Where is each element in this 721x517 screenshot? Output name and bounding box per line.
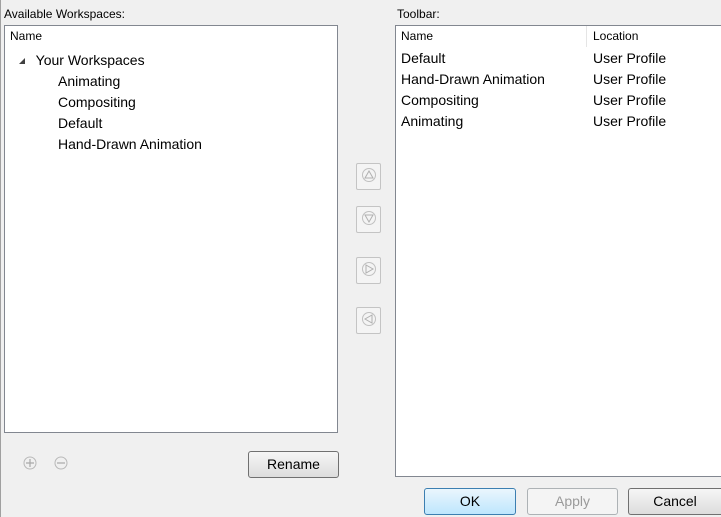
list-item-location: User Profile bbox=[593, 71, 667, 87]
ok-button[interactable]: OK bbox=[424, 488, 516, 515]
window-left-border bbox=[0, 0, 1, 517]
tree-item-your-workspaces[interactable]: Your Workspaces bbox=[18, 50, 145, 71]
toolbar-column-location[interactable]: Location bbox=[593, 26, 638, 47]
tree-item-compositing[interactable]: Compositing bbox=[58, 92, 136, 113]
column-divider[interactable] bbox=[586, 26, 587, 47]
delete-workspace-icon[interactable] bbox=[52, 454, 70, 472]
add-to-toolbar-button[interactable] bbox=[356, 257, 381, 284]
toolbar-label: Toolbar: bbox=[397, 7, 440, 21]
move-up-button[interactable] bbox=[356, 163, 381, 190]
tree-item-default[interactable]: Default bbox=[58, 113, 102, 134]
list-item-name: Hand-Drawn Animation bbox=[401, 71, 545, 87]
tree-item-animating[interactable]: Animating bbox=[58, 71, 120, 92]
toolbar-list-panel[interactable]: Name Location Default User Profile Hand-… bbox=[395, 25, 721, 477]
rename-button[interactable]: Rename bbox=[248, 451, 339, 478]
toolbar-list-header[interactable]: Name Location bbox=[395, 25, 721, 47]
add-workspace-icon[interactable] bbox=[21, 454, 39, 472]
list-item-location: User Profile bbox=[593, 92, 667, 108]
tree-column-header[interactable]: Name bbox=[4, 25, 338, 47]
arrow-right-icon bbox=[361, 261, 377, 280]
apply-button[interactable]: Apply bbox=[527, 488, 618, 515]
available-workspaces-label: Available Workspaces: bbox=[4, 7, 125, 21]
tree-item-hand-drawn-animation[interactable]: Hand-Drawn Animation bbox=[58, 134, 202, 155]
arrow-up-icon bbox=[361, 167, 377, 186]
arrow-down-icon bbox=[361, 210, 377, 229]
list-item-name: Compositing bbox=[401, 92, 479, 108]
cancel-button[interactable]: Cancel bbox=[628, 488, 721, 515]
tree-column-header-name: Name bbox=[10, 29, 43, 43]
toolbar-column-name[interactable]: Name bbox=[401, 26, 433, 47]
remove-from-toolbar-button[interactable] bbox=[356, 307, 381, 334]
tree-item-label: Your Workspaces bbox=[35, 52, 145, 68]
list-item-name: Animating bbox=[401, 113, 464, 129]
list-item-location: User Profile bbox=[593, 113, 667, 129]
arrow-left-icon bbox=[361, 311, 377, 330]
list-item-name: Default bbox=[401, 50, 446, 66]
triangle-down-icon[interactable] bbox=[18, 50, 32, 71]
workspaces-tree-panel[interactable]: Name Your Workspaces Animating Compositi… bbox=[4, 25, 338, 433]
list-item-location: User Profile bbox=[593, 50, 667, 66]
move-down-button[interactable] bbox=[356, 206, 381, 233]
